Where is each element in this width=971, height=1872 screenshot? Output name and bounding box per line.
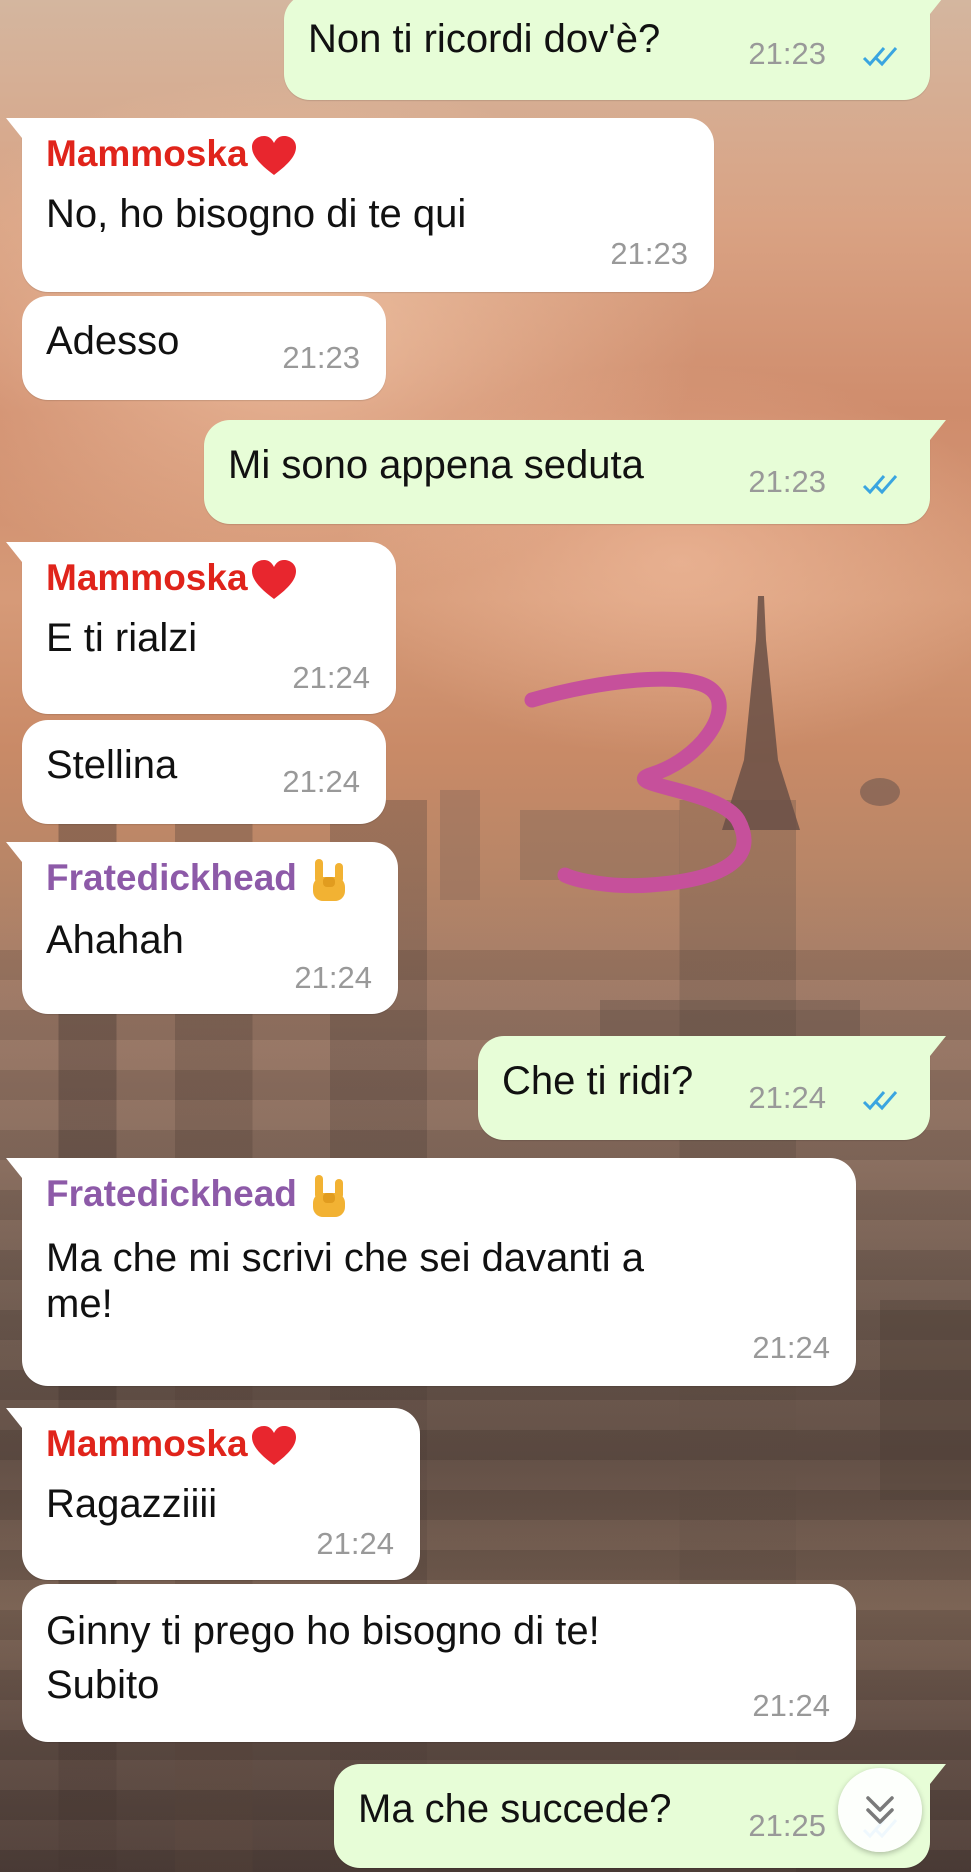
sign-of-the-horns-icon <box>313 859 346 902</box>
scroll-to-bottom-button[interactable] <box>838 1768 922 1852</box>
sender-name: Mammoska <box>46 132 690 177</box>
message-text: Ragazziiii <box>46 1482 218 1527</box>
message-time: 21:23 <box>282 340 360 375</box>
sender-name: Mammoska <box>46 556 372 601</box>
message-text-line: me! <box>46 1282 113 1327</box>
eiffel-tower-shape <box>722 596 800 830</box>
message-text: No, ho bisogno di te qui <box>46 192 467 237</box>
message-bubble-incoming[interactable]: Mammoska E ti rialzi 21:24 <box>6 542 396 714</box>
message-text: Che ti ridi? <box>502 1059 694 1103</box>
message-bubble-incoming[interactable]: Adesso 21:23 <box>22 296 386 400</box>
message-time: 21:24 <box>748 1080 826 1115</box>
read-ticks-icon <box>862 475 898 495</box>
message-bubble-incoming[interactable]: Mammoska Ragazziiii 21:24 <box>6 1408 420 1580</box>
message-time: 21:24 <box>294 960 372 995</box>
message-time: 21:25 <box>748 1808 826 1843</box>
message-time: 21:24 <box>752 1330 830 1365</box>
message-time: 21:24 <box>282 764 360 799</box>
double-chevron-down-icon <box>866 1796 894 1824</box>
message-time: 21:24 <box>752 1688 830 1723</box>
sender-name: Fratedickhead <box>46 1172 832 1219</box>
message-bubble-incoming[interactable]: Fratedickhead Ahahah 21:24 <box>6 842 398 1014</box>
message-bubble-incoming[interactable]: Stellina 21:24 <box>22 720 386 824</box>
message-text-line: Subito <box>46 1663 160 1707</box>
message-time: 21:24 <box>316 1526 394 1561</box>
message-text: Ahahah <box>46 918 184 963</box>
message-time: 21:23 <box>748 464 826 499</box>
red-heart-icon <box>251 1426 296 1466</box>
red-heart-icon <box>251 136 296 176</box>
message-bubble-outgoing[interactable]: Mi sono appena seduta 21:23 <box>204 420 946 524</box>
message-time: 21:23 <box>610 236 688 271</box>
sender-name: Mammoska <box>46 1422 396 1467</box>
sign-of-the-horns-icon <box>313 1175 346 1218</box>
message-bubble-incoming[interactable]: Fratedickhead Ma che mi scrivi che sei d… <box>6 1158 856 1386</box>
read-ticks-icon <box>862 47 898 67</box>
message-text-line: Ma che mi scrivi che sei davanti a <box>46 1236 645 1281</box>
sender-name: Fratedickhead <box>46 856 374 903</box>
message-text-line: Ginny ti prego ho bisogno di te! <box>46 1609 600 1653</box>
message-bubble-incoming[interactable]: Mammoska No, ho bisogno di te qui 21:23 <box>6 118 714 292</box>
message-bubble-incoming[interactable]: Ginny ti prego ho bisogno di te! Subito … <box>22 1584 856 1742</box>
red-heart-icon <box>251 560 296 600</box>
message-time: 21:23 <box>748 36 826 71</box>
message-time: 21:24 <box>292 660 370 695</box>
read-ticks-icon <box>862 1091 898 1111</box>
message-bubble-outgoing[interactable]: Che ti ridi? 21:24 <box>478 1036 946 1140</box>
message-bubble-outgoing[interactable]: Non ti ricordi dov'è? 21:23 <box>284 0 946 100</box>
message-text: E ti rialzi <box>46 616 198 661</box>
